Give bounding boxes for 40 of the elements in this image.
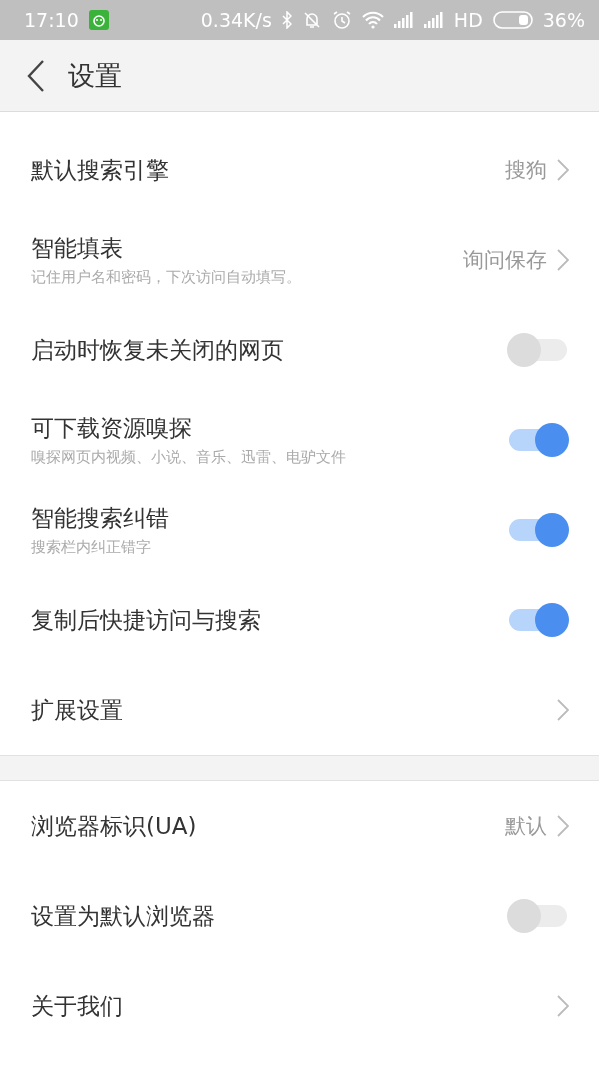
signal-icon	[423, 12, 444, 28]
toggle-switch[interactable]	[507, 899, 569, 933]
setting-label: 关于我们	[31, 991, 124, 1021]
bluetooth-icon	[281, 11, 292, 29]
muted-bell-icon	[301, 10, 322, 30]
setting-label: 智能填表	[31, 234, 124, 263]
page-title: 设置	[68, 58, 122, 93]
setting-label: 可下载资源嗅探	[31, 414, 193, 443]
setting-value: 默认	[505, 813, 547, 840]
setting-description: 嗅探网页内视频、小说、音乐、迅雷、电驴文件	[31, 448, 347, 467]
setting-label: 设置为默认浏览器	[31, 901, 216, 931]
battery-icon	[492, 11, 533, 29]
toggle-switch[interactable]	[507, 333, 569, 367]
battery-percent: 36%	[542, 9, 585, 31]
setting-description: 搜索栏内纠正错字	[31, 538, 152, 557]
app-notification-icon	[88, 10, 109, 30]
chevron-right-icon[interactable]	[557, 249, 569, 271]
setting-label: 默认搜索引擎	[31, 155, 170, 185]
toggle-switch[interactable]	[507, 513, 569, 547]
network-type: HD	[453, 9, 483, 31]
toggle-switch[interactable]	[507, 423, 569, 457]
alarm-clock-icon	[331, 10, 352, 30]
setting-value: 询问保存	[463, 247, 547, 274]
setting-value: 搜狗	[505, 157, 547, 184]
setting-label: 复制后快捷访问与搜索	[31, 605, 262, 635]
setting-description: 记住用户名和密码，下次访问自动填写。	[31, 268, 302, 287]
chevron-right-icon[interactable]	[557, 699, 569, 721]
chevron-right-icon[interactable]	[557, 815, 569, 837]
back-button[interactable]	[26, 58, 46, 93]
setting-label: 智能搜索纠错	[31, 504, 170, 533]
setting-label: 扩展设置	[31, 695, 124, 725]
toggle-switch[interactable]	[507, 603, 569, 637]
signal-icon	[393, 12, 414, 28]
setting-label: 启动时恢复未关闭的网页	[31, 335, 285, 365]
chevron-right-icon[interactable]	[557, 995, 569, 1017]
chevron-right-icon[interactable]	[557, 159, 569, 181]
setting-label: 浏览器标识(UA)	[31, 811, 198, 841]
clock-time: 17:10	[24, 9, 79, 31]
network-speed: 0.34K/s	[200, 9, 272, 31]
wifi-icon	[361, 11, 384, 29]
